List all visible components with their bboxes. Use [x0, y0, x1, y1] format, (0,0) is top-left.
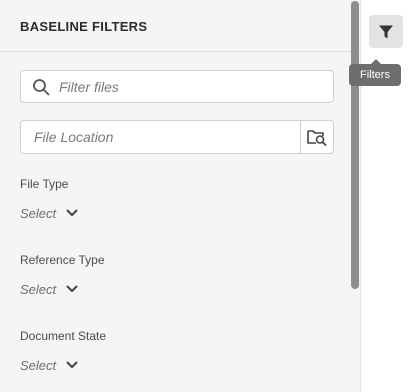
file-type-label: File Type	[20, 177, 69, 191]
filters-toggle-button[interactable]	[369, 15, 403, 48]
file-location-field[interactable]	[20, 120, 334, 154]
filter-icon	[379, 25, 393, 38]
panel-header: BASELINE FILTERS	[0, 0, 360, 52]
search-icon	[33, 79, 50, 96]
filters-panel: BASELINE FILTERS File Type Select Refere…	[0, 0, 361, 392]
chevron-down-icon	[66, 361, 78, 368]
reference-type-select[interactable]: Select	[20, 279, 78, 299]
reference-type-label: Reference Type	[20, 253, 105, 267]
filters-tooltip: Filters	[349, 59, 401, 86]
search-input[interactable]	[59, 71, 319, 102]
tooltip-text: Filters	[349, 64, 401, 86]
browse-location-button[interactable]	[300, 121, 333, 153]
select-value: Select	[20, 281, 57, 297]
chevron-down-icon	[66, 209, 78, 216]
folder-search-icon	[307, 130, 327, 146]
select-value: Select	[20, 357, 57, 373]
select-value: Select	[20, 205, 57, 221]
panel-title: BASELINE FILTERS	[20, 19, 148, 34]
document-state-label: Document State	[20, 329, 107, 343]
search-field[interactable]	[20, 70, 334, 103]
file-type-select[interactable]: Select	[20, 203, 78, 223]
scrollbar-thumb[interactable]	[351, 1, 359, 289]
document-state-select[interactable]: Select	[20, 355, 78, 375]
chevron-down-icon	[66, 285, 78, 292]
file-location-input[interactable]	[34, 121, 294, 153]
